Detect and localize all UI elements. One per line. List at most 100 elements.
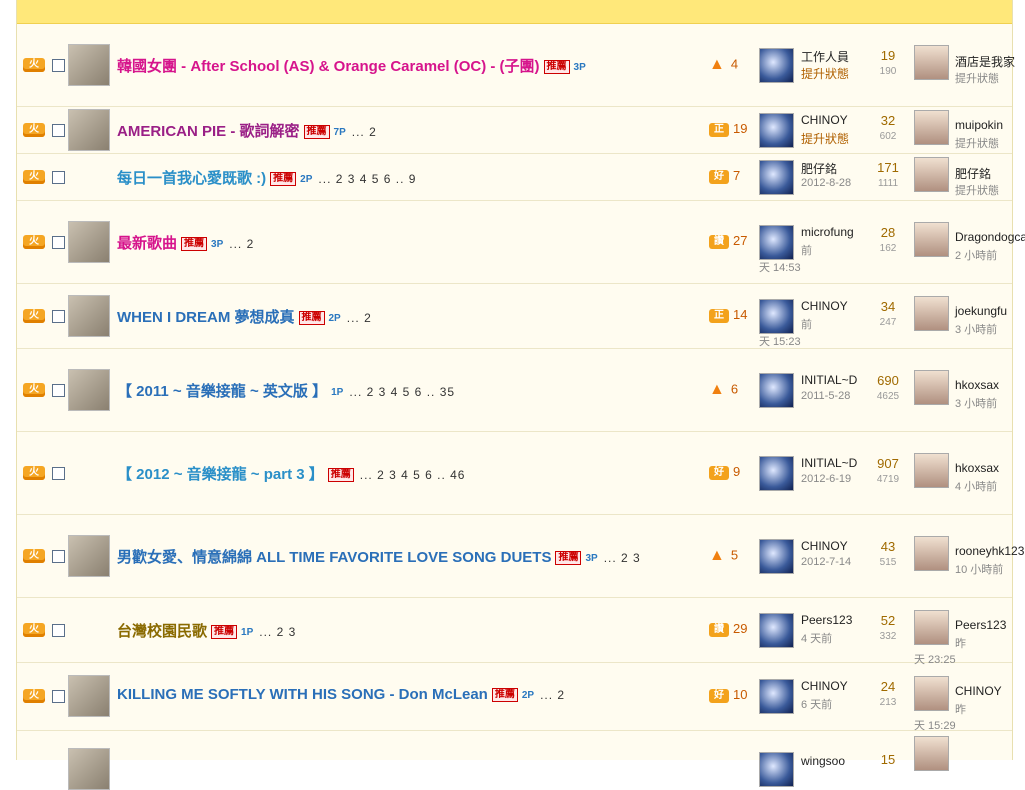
poster-avatar[interactable] — [759, 225, 794, 260]
thread-title[interactable]: AMERICAN PIE - 歌詞解密 推薦 7P ... 2 — [117, 120, 377, 141]
page-links[interactable]: ... 2 3 4 5 6 .. 46 — [360, 468, 466, 482]
poster-avatar[interactable] — [759, 539, 794, 574]
page-links[interactable]: ... 2 3 4 5 6 .. 9 — [318, 172, 416, 186]
poster-name[interactable]: CHINOY — [801, 299, 848, 313]
last-poster-name[interactable]: Dragondogcat — [955, 230, 1025, 244]
thread-title[interactable]: 台灣校園民歌 推薦 1P ... 2 3 — [117, 620, 296, 641]
page-links[interactable]: ... 2 — [352, 125, 377, 139]
rating-icon: 正 — [709, 122, 729, 137]
page-count-badge: 1P — [331, 386, 344, 398]
thread-title[interactable]: WHEN I DREAM 夢想成真 推薦 2P ... 2 — [117, 306, 372, 327]
thread-title[interactable]: 【 2011 ~ 音樂接龍 ~ 英文版 】 1P ... 2 3 4 5 6 .. … — [117, 380, 455, 401]
poster-name[interactable]: CHINOY — [801, 539, 848, 553]
thread-title-text[interactable]: 最新歌曲 — [117, 235, 177, 252]
thread-title-text[interactable]: 【 2012 ~ 音樂接龍 ~ part 3 】 — [117, 466, 324, 483]
last-poster-avatar[interactable] — [914, 370, 949, 405]
poster-name[interactable]: Peers123 — [801, 613, 852, 627]
thread-select-checkbox[interactable] — [52, 384, 65, 397]
poster-name[interactable]: 工作人員 — [801, 48, 849, 65]
thread-thumbnail[interactable] — [68, 109, 110, 151]
poster-avatar[interactable] — [759, 48, 794, 83]
last-poster-name[interactable]: rooneyhk123 — [955, 544, 1024, 558]
poster-name[interactable]: microfung — [801, 225, 854, 239]
poster-avatar[interactable] — [759, 456, 794, 491]
poster-name[interactable]: 肥仔銘 — [801, 160, 837, 177]
thread-rating: 好9 — [709, 464, 740, 480]
last-poster-name[interactable]: hkoxsax — [955, 461, 999, 475]
page-links[interactable]: ... 2 — [229, 237, 254, 251]
thread-title-text[interactable]: 每日一首我心愛既歌 :) — [117, 170, 266, 187]
thread-title-text[interactable]: 韓國女團 - After School (AS) & Orange Carame… — [117, 58, 540, 75]
thread-title[interactable]: 【 2012 ~ 音樂接龍 ~ part 3 】推薦 ... 2 3 4 5 6 … — [117, 463, 465, 484]
page-links[interactable]: ... 2 — [540, 688, 565, 702]
poster-name[interactable]: INITIAL~D — [801, 456, 857, 470]
page-links[interactable]: ... 2 3 — [259, 625, 296, 639]
thread-thumbnail[interactable] — [68, 44, 110, 86]
last-poster-name[interactable]: hkoxsax — [955, 378, 999, 392]
page-count-badge: 2P — [521, 689, 535, 701]
thread-select-checkbox[interactable] — [52, 171, 65, 184]
last-post-time: 提升狀態 — [955, 73, 999, 85]
poster-avatar[interactable] — [759, 679, 794, 714]
thread-thumbnail[interactable] — [68, 221, 110, 263]
thread-thumbnail[interactable] — [68, 675, 110, 717]
page-links[interactable]: ... 2 3 4 5 6 .. 35 — [349, 385, 455, 399]
view-count: 162 — [879, 243, 897, 254]
last-poster-avatar[interactable] — [914, 536, 949, 571]
last-poster-name[interactable]: Peers123 — [955, 618, 1006, 632]
thread-select-checkbox[interactable] — [52, 59, 65, 72]
recommended-badge: 推薦 — [303, 125, 330, 140]
thread-select-checkbox[interactable] — [52, 550, 65, 563]
thread-title[interactable]: KILLING ME SOFTLY WITH HIS SONG - Don Mc… — [117, 686, 565, 703]
page-count-badge: 3P — [585, 552, 598, 564]
last-poster-avatar[interactable] — [914, 676, 949, 711]
thread-thumbnail[interactable] — [68, 369, 110, 411]
last-poster-avatar[interactable] — [914, 453, 949, 488]
last-poster-name[interactable]: CHINOY — [955, 684, 1002, 698]
thread-select-checkbox[interactable] — [52, 124, 65, 137]
poster-avatar[interactable] — [759, 752, 794, 787]
poster-name[interactable]: CHINOY — [801, 113, 848, 127]
last-poster-name[interactable]: joekungfu — [955, 304, 1007, 318]
last-poster-avatar[interactable] — [914, 296, 949, 331]
poster-name[interactable]: CHINOY — [801, 679, 848, 693]
thread-thumbnail[interactable] — [68, 535, 110, 577]
poster-name[interactable]: INITIAL~D — [801, 373, 857, 387]
thread-thumbnail[interactable] — [68, 295, 110, 337]
up-arrow-icon: ▲ — [709, 56, 725, 73]
last-poster-avatar[interactable] — [914, 610, 949, 645]
last-poster-name[interactable]: 酒店是我家 — [955, 53, 1015, 70]
thread-title-text[interactable]: AMERICAN PIE - 歌詞解密 — [117, 123, 300, 140]
poster-name[interactable]: wingsoo — [801, 754, 845, 768]
last-poster-avatar[interactable] — [914, 110, 949, 145]
thread-select-checkbox[interactable] — [52, 310, 65, 323]
page-links[interactable]: ... 2 3 — [604, 551, 641, 565]
last-poster-avatar[interactable] — [914, 157, 949, 192]
thread-title[interactable]: 韓國女團 - After School (AS) & Orange Carame… — [117, 55, 586, 76]
poster-avatar[interactable] — [759, 299, 794, 334]
thread-select-checkbox[interactable] — [52, 236, 65, 249]
last-poster-name[interactable]: muipokin — [955, 118, 1003, 132]
thread-title-text[interactable]: WHEN I DREAM 夢想成真 — [117, 309, 295, 326]
thread-select-checkbox[interactable] — [52, 624, 65, 637]
thread-select-checkbox[interactable] — [52, 467, 65, 480]
thread-title-text[interactable]: KILLING ME SOFTLY WITH HIS SONG - Don Mc… — [117, 686, 488, 703]
thread-title[interactable]: 男歡女愛、情意綿綿 ALL TIME FAVORITE LOVE SONG DU… — [117, 546, 641, 567]
last-poster-name[interactable]: 肥仔銘 — [955, 165, 991, 182]
last-poster-avatar[interactable] — [914, 45, 949, 80]
page-links[interactable]: ... 2 — [347, 311, 372, 325]
thread-title[interactable]: 每日一首我心愛既歌 :) 推薦 2P ... 2 3 4 5 6 .. 9 — [117, 167, 416, 188]
last-poster-avatar[interactable] — [914, 736, 949, 771]
poster-avatar[interactable] — [759, 373, 794, 408]
thread-select-checkbox[interactable] — [52, 690, 65, 703]
thread-title-text[interactable]: 男歡女愛、情意綿綿 ALL TIME FAVORITE LOVE SONG DU… — [117, 549, 551, 566]
thread-title-text[interactable]: 【 2011 ~ 音樂接龍 ~ 英文版 】 — [117, 383, 327, 400]
poster-avatar[interactable] — [759, 113, 794, 148]
thread-thumbnail[interactable] — [68, 748, 110, 790]
poster-avatar[interactable] — [759, 160, 794, 195]
thread-rating: ▲ 6 — [709, 381, 738, 399]
poster-avatar[interactable] — [759, 613, 794, 648]
thread-title[interactable]: 最新歌曲 推薦 3P ... 2 — [117, 232, 254, 253]
last-poster-avatar[interactable] — [914, 222, 949, 257]
thread-title-text[interactable]: 台灣校園民歌 — [117, 623, 207, 640]
